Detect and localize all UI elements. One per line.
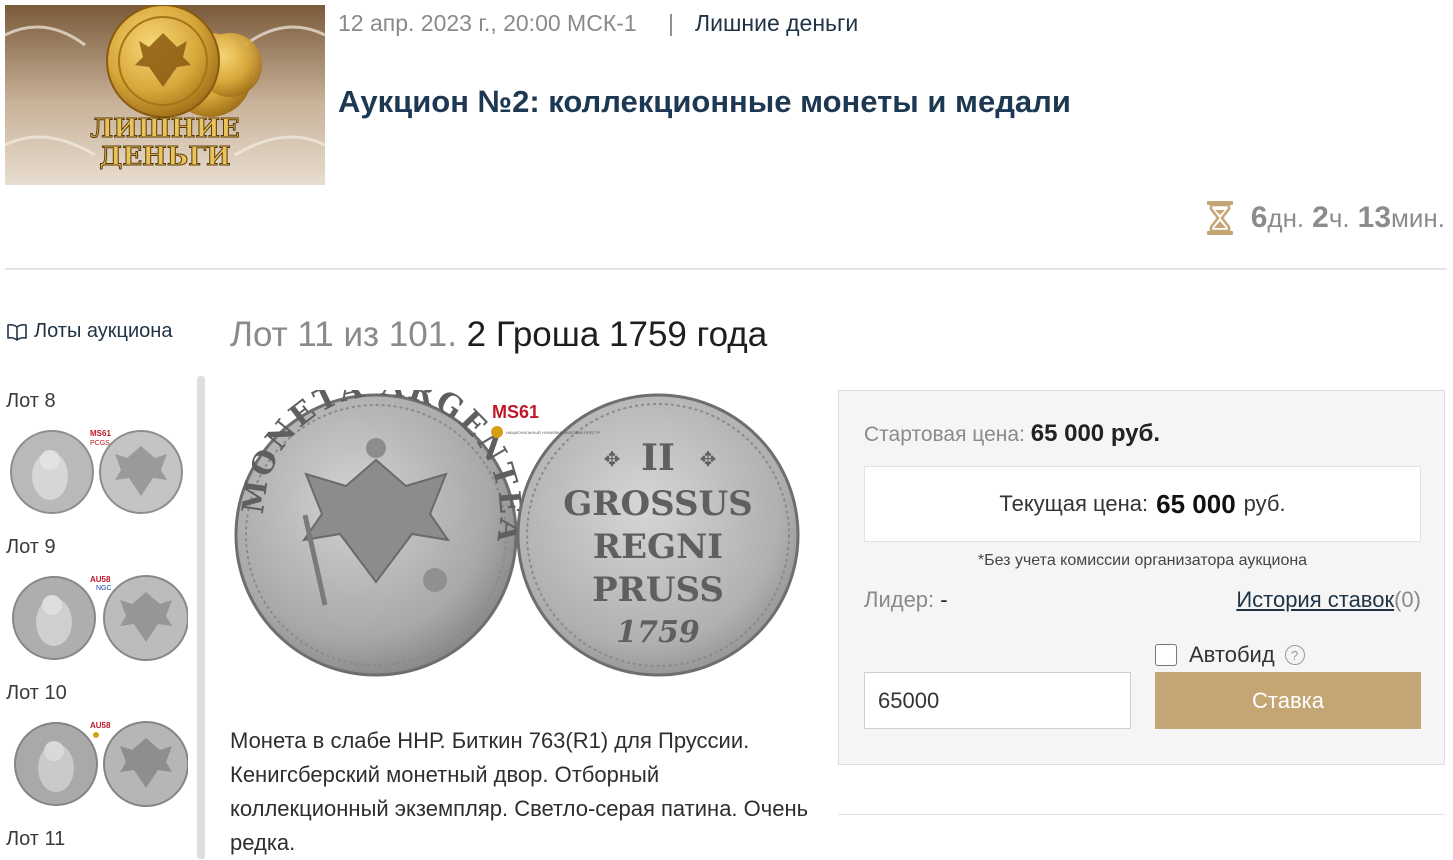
bid-history-count: (0) (1394, 587, 1421, 612)
lot-description: Монета в слабе ННР. Биткин 763(R1) для П… (230, 728, 809, 855)
current-price-label: Текущая цена: (999, 491, 1149, 516)
autobid-checkbox[interactable] (1155, 644, 1177, 666)
help-icon[interactable]: ? (1284, 645, 1305, 665)
current-price-box: Текущая цена: 65 000 руб. (864, 466, 1421, 542)
hourglass-icon (1206, 201, 1233, 235)
start-price: Стартовая цена: 65 000 руб. (864, 420, 1160, 448)
leader-label: Лидер: (864, 587, 935, 612)
organizer-link[interactable]: Лишние деньги (695, 10, 858, 37)
sidebar-lot-9-label[interactable]: Лот 9 (6, 536, 56, 559)
lot-name: 2 Гроша 1759 года (466, 315, 768, 354)
coin-grade-badge: MS61 (492, 402, 539, 422)
timer-minutes-unit: мин. (1391, 202, 1445, 233)
start-price-label: Стартовая цена: (864, 423, 1025, 446)
sidebar-lot-9-grader: NGC (96, 585, 112, 592)
auction-logo[interactable]: ЛИШНИЕ ДЕНЬГИ (5, 5, 325, 185)
auction-lots-label: Лоты аукциона (34, 320, 173, 342)
sidebar-lot-8-thumbnail[interactable]: MS61 PCGS (8, 424, 188, 516)
header-divider (5, 268, 1447, 270)
reverse-line-5: 1759 (616, 615, 700, 650)
start-price-value: 65 000 руб. (1030, 420, 1161, 447)
svg-text:✥: ✥ (700, 449, 717, 471)
reverse-line-4: PRUSS (592, 570, 724, 610)
timer-hours: 2 (1312, 201, 1329, 234)
sidebar-lot-10-grade: AU58 (90, 721, 111, 730)
lot-counter: Лот 11 из 101. (230, 315, 457, 354)
sidebar-lot-10-thumbnail[interactable]: AU58 (8, 716, 188, 808)
sidebar-lot-8-label[interactable]: Лот 8 (6, 390, 56, 413)
auction-date: 12 апр. 2023 г., 20:00 МСК-1 (338, 10, 637, 36)
timer-days-unit: дн. (1267, 202, 1305, 233)
sidebar-scrollbar[interactable] (197, 376, 205, 859)
bid-amount-input[interactable] (864, 672, 1131, 729)
sidebar-lot-10-label[interactable]: Лот 10 (6, 682, 67, 705)
auction-lots-link[interactable]: Лоты аукциона (6, 320, 172, 343)
leader: Лидер: - (864, 587, 948, 613)
timer-minutes: 13 (1357, 201, 1392, 234)
svg-text:✥: ✥ (604, 449, 621, 471)
leader-value: - (940, 587, 948, 612)
auction-title: Аукцион №2: коллекционные монеты и медал… (338, 84, 1071, 119)
current-price-currency: руб. (1243, 491, 1286, 516)
commission-note: *Без учета комиссии организатора аукцион… (977, 552, 1308, 569)
logo-text: ЛИШНИЕ (90, 114, 239, 144)
lot-coin-image[interactable]: MONETA ARGENTEA II ✥ ✥ GROSSUS REGNI PRU… (230, 390, 800, 680)
meta-separator: | (668, 10, 674, 36)
sidebar-lot-9-thumbnail[interactable]: AU58 NGC (8, 570, 188, 662)
sidebar-lot-9-grade: AU58 (90, 575, 111, 584)
autobid-toggle[interactable]: Автобид ? (1155, 642, 1305, 668)
sidebar-lot-11-label[interactable]: Лот 11 (6, 828, 65, 851)
reverse-line-2: GROSSUS (563, 484, 752, 524)
bid-history: История ставок(0) (1236, 587, 1421, 613)
lot-title: Лот 11 из 101. 2 Гроша 1759 года (230, 315, 767, 355)
svg-text:ДЕНЬГИ: ДЕНЬГИ (99, 142, 230, 172)
book-icon (7, 323, 27, 341)
place-bid-button[interactable]: Ставка (1155, 672, 1421, 729)
sidebar-lot-8-grade: MS61 (90, 429, 111, 438)
sidebar-lot-8-grader: PCGS (90, 440, 110, 447)
bid-history-link[interactable]: История ставок (1236, 587, 1394, 612)
timer-days: 6 (1250, 201, 1268, 234)
reverse-line-1: II (641, 437, 675, 479)
coin-registry-label: НАЦИОНАЛЬНЫЙ НУМИЗМАТИЧЕСКИЙ РЕЕСТР (506, 430, 600, 435)
timer-hours-unit: ч. (1328, 202, 1350, 233)
panel-bottom-divider (838, 814, 1445, 815)
reverse-line-3: REGNI (593, 527, 723, 567)
current-price-value: 65 000 (1156, 488, 1236, 519)
autobid-label: Автобид (1189, 642, 1275, 667)
countdown-timer: 6 дн. 2 ч. 13 мин. (1205, 200, 1445, 236)
